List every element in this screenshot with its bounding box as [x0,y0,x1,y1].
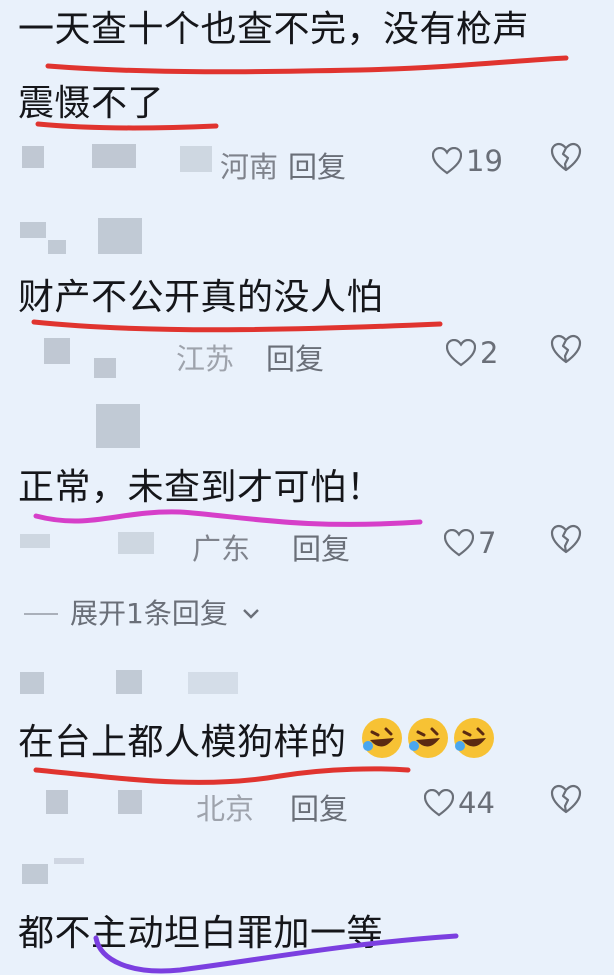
divider [24,613,58,615]
blurred-username [94,358,116,378]
like-count: 44 [458,786,495,820]
red-underline [33,766,411,785]
broken-heart-icon [550,784,582,814]
blurred-username [44,338,70,364]
rofl-emoji [362,718,403,758]
reply-button[interactable]: 回复 [288,144,346,186]
comment-text: 财产不公开真的没人怕 [18,277,384,318]
region-label: 广东 [192,532,251,566]
blurred-username [20,672,44,694]
blurred-username [96,404,140,448]
blurred-username [98,218,142,254]
like-count: 2 [480,336,499,370]
comment-text: 都不主动坦白罪加一等 [18,913,384,954]
rofl-emoji [408,718,449,758]
blurred-username [188,672,238,694]
comment-text: 正常，未查到才可怕！ [18,467,384,508]
heart-outline-icon [423,788,455,817]
like-button[interactable]: 7 [443,526,497,560]
region-label: 北京 [196,792,255,826]
like-count: 7 [478,526,497,560]
expand-replies-button[interactable]: 展开1条回复 [24,592,261,632]
comment-text-body: 在台上都人模狗样的 [18,722,347,763]
heart-outline-icon [431,146,463,175]
comment-meta: 北京 回复 44 [0,784,614,826]
dislike-button[interactable] [550,334,582,371]
like-button[interactable]: 19 [431,144,503,178]
dislike-button[interactable] [550,784,582,821]
comment-text: 在台上都人模狗样的 [18,716,496,769]
blurred-username [54,858,84,864]
heart-outline-icon [443,528,475,557]
dislike-button[interactable] [550,524,582,561]
broken-heart-icon [550,524,582,554]
region-label: 河南 [220,150,279,184]
blurred-username [116,670,142,694]
region-label: 江苏 [176,342,235,376]
comment-meta: 江苏 回复 2 [0,334,614,378]
blurred-username [48,240,66,254]
blurred-username [118,790,142,814]
blurred-username [20,534,50,548]
like-button[interactable]: 2 [445,336,499,370]
blurred-username [92,144,136,168]
broken-heart-icon [550,334,582,364]
comment-meta: 河南 回复 19 [0,142,614,184]
reply-button[interactable]: 回复 [266,336,324,378]
chevron-down-icon [242,609,259,619]
red-underline [45,55,569,75]
comment-list: 一天查十个也查不完，没有枪声 震慑不了 河南 回复 19 财产不公开真的没人怕 … [0,0,614,975]
blurred-username [20,222,46,238]
expand-replies-label: 展开1条回复 [70,597,228,630]
reply-button[interactable]: 回复 [290,786,348,828]
broken-heart-icon [550,142,582,172]
comment-text-continued: 震慑不了 [18,83,165,124]
blurred-username [118,532,154,554]
like-button[interactable]: 44 [423,786,495,820]
blurred-username [22,146,44,168]
reply-button[interactable]: 回复 [292,526,350,568]
blurred-username [180,146,212,172]
comment-text: 一天查十个也查不完，没有枪声 [18,9,530,50]
comment-meta: 广东 回复 7 [0,524,614,566]
dislike-button[interactable] [550,142,582,179]
rofl-emoji [454,718,495,758]
blurred-username [46,790,68,814]
blurred-username [22,864,48,884]
heart-outline-icon [445,338,477,367]
like-count: 19 [466,144,503,178]
